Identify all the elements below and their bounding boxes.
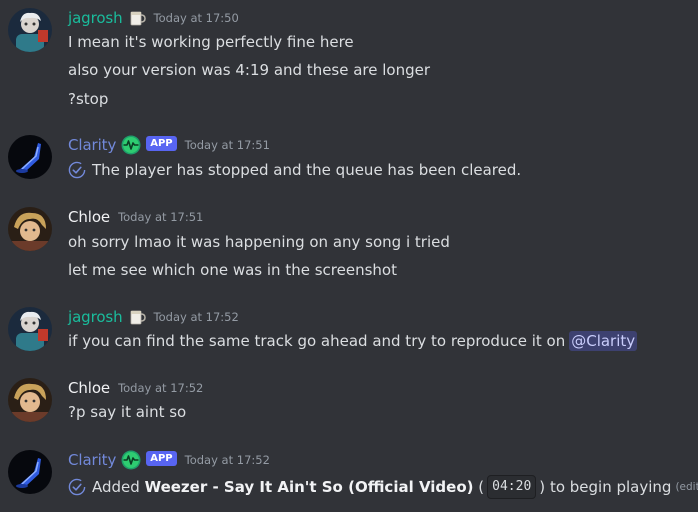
message-header: Clarity APP Today at 17:51 — [68, 135, 270, 155]
timestamp[interactable]: Today at 17:52 — [118, 381, 203, 395]
avatar[interactable] — [8, 307, 52, 351]
track-title: Weezer - Say It Ain't So (Official Video… — [144, 478, 474, 496]
message-text: let me see which one was in the screensh… — [68, 261, 397, 279]
app-badge: APP — [146, 135, 177, 151]
role-heartbeat-icon — [121, 450, 141, 470]
app-badge: APP — [146, 450, 177, 466]
message-header: jagrosh Today at 17:50 — [68, 8, 239, 28]
avatar[interactable] — [8, 135, 52, 179]
avatar[interactable] — [8, 450, 52, 494]
username[interactable]: jagrosh — [68, 9, 123, 27]
duration-paren: ( — [478, 478, 485, 496]
message-text-row: Added Weezer - Say It Ain't So (Official… — [68, 475, 698, 499]
username[interactable]: Chloe — [68, 208, 110, 226]
message-text-row: if you can find the same track go ahead … — [68, 331, 638, 351]
mug-icon — [128, 9, 146, 27]
message-header: Chloe Today at 17:51 — [68, 207, 203, 227]
track-duration: 04:20 — [487, 475, 537, 499]
message-text: ?stop — [68, 90, 109, 108]
message-text: if you can find the same track go ahead … — [68, 332, 566, 350]
role-heartbeat-icon — [121, 135, 141, 155]
message-text: The player has stopped and the queue has… — [92, 161, 522, 179]
username[interactable]: Chloe — [68, 379, 110, 397]
timestamp[interactable]: Today at 17:52 — [154, 310, 239, 324]
timestamp[interactable]: Today at 17:50 — [154, 11, 239, 25]
username[interactable]: jagrosh — [68, 308, 123, 326]
user-mention[interactable]: @Clarity — [569, 331, 638, 351]
timestamp[interactable]: Today at 17:51 — [185, 138, 270, 152]
message-text: Added — [92, 478, 140, 496]
avatar[interactable] — [8, 8, 52, 52]
message-text: ?p say it aint so — [68, 403, 187, 421]
avatar[interactable] — [8, 378, 52, 422]
edited-label: (edited) — [675, 481, 698, 493]
verified-check-icon — [68, 161, 86, 179]
message-text: oh sorry lmao it was happening on any so… — [68, 233, 450, 251]
message-text: also your version was 4:19 and these are… — [68, 61, 431, 79]
timestamp[interactable]: Today at 17:51 — [118, 210, 203, 224]
verified-check-icon — [68, 478, 86, 496]
message-header: Chloe Today at 17:52 — [68, 378, 203, 398]
message-text: I mean it's working perfectly fine here — [68, 33, 354, 51]
avatar[interactable] — [8, 207, 52, 251]
message-header: jagrosh Today at 17:52 — [68, 307, 239, 327]
username[interactable]: Clarity — [68, 136, 116, 154]
message-text-row: The player has stopped and the queue has… — [68, 160, 521, 180]
duration-paren: ) — [539, 478, 546, 496]
mug-icon — [128, 308, 146, 326]
username[interactable]: Clarity — [68, 451, 116, 469]
message-text: to begin playing — [549, 478, 672, 496]
timestamp[interactable]: Today at 17:52 — [185, 453, 270, 467]
message-header: Clarity APP Today at 17:52 — [68, 450, 270, 470]
